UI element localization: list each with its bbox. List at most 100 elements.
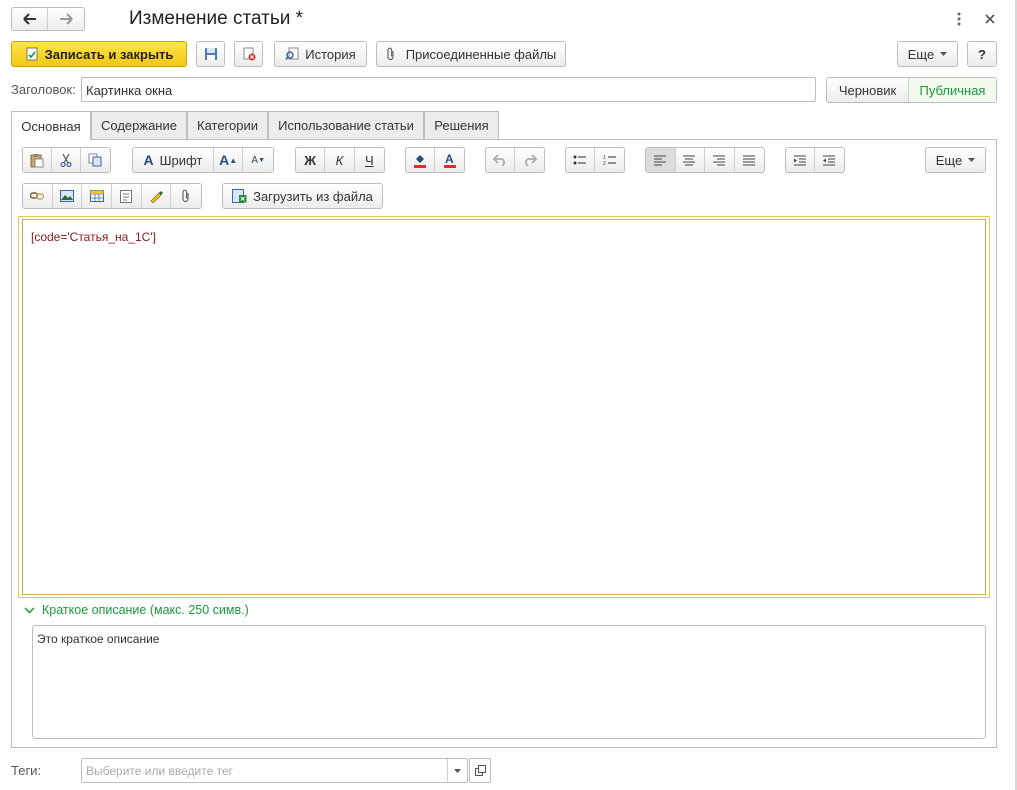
undo-icon xyxy=(493,154,507,166)
history-button[interactable]: История xyxy=(274,41,367,67)
bulleted-list-button[interactable] xyxy=(566,148,596,172)
load-from-file-label: Загрузить из файла xyxy=(253,188,373,204)
decrease-indent-button[interactable] xyxy=(815,148,844,172)
decrease-font-button[interactable]: A ▼ xyxy=(243,148,273,172)
increase-font-icon: A ▲ xyxy=(219,152,238,168)
forward-button[interactable] xyxy=(48,8,84,30)
dropdown-arrow-icon xyxy=(968,158,976,162)
status-draft-label: Черновик xyxy=(838,82,897,98)
increase-font-button[interactable]: A ▲ xyxy=(214,148,244,172)
redo-icon xyxy=(523,154,537,166)
decrease-font-icon: A ▼ xyxy=(251,154,266,166)
tab-content[interactable]: Содержание xyxy=(91,111,187,139)
color-group: A xyxy=(405,147,465,173)
short-description-toggle[interactable]: Краткое описание (макс. 250 симв.) xyxy=(24,603,249,617)
more-actions-button[interactable]: Еще xyxy=(897,41,958,67)
link-icon xyxy=(30,191,45,201)
status-draft-button[interactable]: Черновик xyxy=(827,78,910,102)
save-button[interactable] xyxy=(196,41,225,67)
header-input[interactable]: Картинка окна xyxy=(81,77,816,102)
editor-more-button[interactable]: Еще xyxy=(925,147,986,173)
tab-main[interactable]: Основная xyxy=(11,111,91,140)
tab-categories-label: Категории xyxy=(197,118,258,133)
tags-open-button[interactable] xyxy=(469,758,491,783)
back-button[interactable] xyxy=(12,8,49,30)
short-description-title: Краткое описание (макс. 250 симв.) xyxy=(42,603,249,617)
delete-mark-button[interactable] xyxy=(234,41,263,67)
underline-label: Ч xyxy=(365,152,374,168)
tab-article-usage-label: Использование статьи xyxy=(278,118,414,133)
decrease-indent-icon xyxy=(823,154,836,166)
help-button[interactable]: ? xyxy=(967,41,997,67)
text-color-button[interactable]: A xyxy=(435,148,464,172)
paperclip-icon xyxy=(386,47,396,61)
pencil-icon xyxy=(149,189,164,203)
align-right-icon xyxy=(712,154,726,166)
more-menu-button[interactable] xyxy=(951,10,967,28)
insert-image-button[interactable] xyxy=(53,184,83,208)
arrow-left-icon xyxy=(22,13,37,25)
document-text-icon xyxy=(120,189,133,203)
tab-solutions[interactable]: Решения xyxy=(424,111,499,139)
insert-code-button[interactable] xyxy=(142,184,172,208)
tags-input[interactable]: Выберите или введите тег xyxy=(81,758,468,783)
status-public-button[interactable]: Публичная xyxy=(909,78,996,102)
short-description-textarea[interactable]: Это краткое описание xyxy=(32,625,986,739)
align-left-button[interactable] xyxy=(646,148,676,172)
text-style-group: Ж К Ч xyxy=(295,147,385,173)
insert-group xyxy=(22,183,202,209)
numbered-list-button[interactable]: 12 xyxy=(595,148,624,172)
copy-button[interactable] xyxy=(81,148,110,172)
insert-link-button[interactable] xyxy=(23,184,53,208)
bold-button[interactable]: Ж xyxy=(296,148,326,172)
insert-text-block-button[interactable] xyxy=(112,184,142,208)
paste-button[interactable] xyxy=(23,148,53,172)
editor-content: [code='Статья_на_1С'] xyxy=(31,230,156,244)
image-icon xyxy=(60,190,74,202)
tab-categories[interactable]: Категории xyxy=(187,111,268,139)
save-and-close-button[interactable]: Записать и закрыть xyxy=(11,41,187,67)
cut-button[interactable] xyxy=(52,148,81,172)
align-left-icon xyxy=(653,154,667,166)
align-right-button[interactable] xyxy=(705,148,735,172)
tags-dropdown-button[interactable] xyxy=(447,759,467,782)
attached-files-button[interactable]: Присоединенные файлы xyxy=(376,41,566,67)
tab-content-label: Содержание xyxy=(101,118,177,133)
editor-more-label: Еще xyxy=(935,152,963,168)
background-color-button[interactable] xyxy=(406,148,436,172)
font-button[interactable]: A Шрифт xyxy=(133,148,214,172)
align-center-icon xyxy=(683,154,696,166)
arrow-right-icon xyxy=(59,13,73,25)
save-and-close-label: Записать и закрыть xyxy=(44,46,174,62)
align-center-button[interactable] xyxy=(676,148,705,172)
redo-button[interactable] xyxy=(515,148,544,172)
undo-button[interactable] xyxy=(486,148,516,172)
editor-area[interactable]: [code='Статья_на_1С'] xyxy=(22,219,986,595)
attached-files-label: Присоединенные файлы xyxy=(405,46,557,62)
svg-text:2: 2 xyxy=(603,161,606,166)
chevron-down-icon xyxy=(24,606,35,614)
load-from-file-button[interactable]: Загрузить из файла xyxy=(222,183,383,209)
copy-icon xyxy=(88,153,102,167)
load-file-icon xyxy=(232,189,247,203)
close-button[interactable] xyxy=(981,10,999,28)
tab-article-usage[interactable]: Использование статьи xyxy=(268,111,424,139)
dropdown-arrow-icon xyxy=(454,768,461,773)
scissors-icon xyxy=(60,153,72,167)
increase-indent-button[interactable] xyxy=(786,148,816,172)
underline-button[interactable]: Ч xyxy=(355,148,384,172)
text-color-icon: A xyxy=(443,153,457,168)
insert-table-button[interactable] xyxy=(82,184,113,208)
insert-attachment-button[interactable] xyxy=(171,184,201,208)
italic-button[interactable]: К xyxy=(325,148,355,172)
help-label: ? xyxy=(978,46,986,62)
header-field-label: Заголовок: xyxy=(11,82,76,97)
undo-redo-group xyxy=(485,147,545,173)
align-justify-button[interactable] xyxy=(735,148,764,172)
svg-text:A: A xyxy=(445,153,454,166)
font-label: Шрифт xyxy=(159,152,203,168)
nav-buttons xyxy=(11,7,85,31)
indent-group xyxy=(785,147,845,173)
history-label: История xyxy=(305,46,356,62)
tab-main-label: Основная xyxy=(21,118,81,134)
